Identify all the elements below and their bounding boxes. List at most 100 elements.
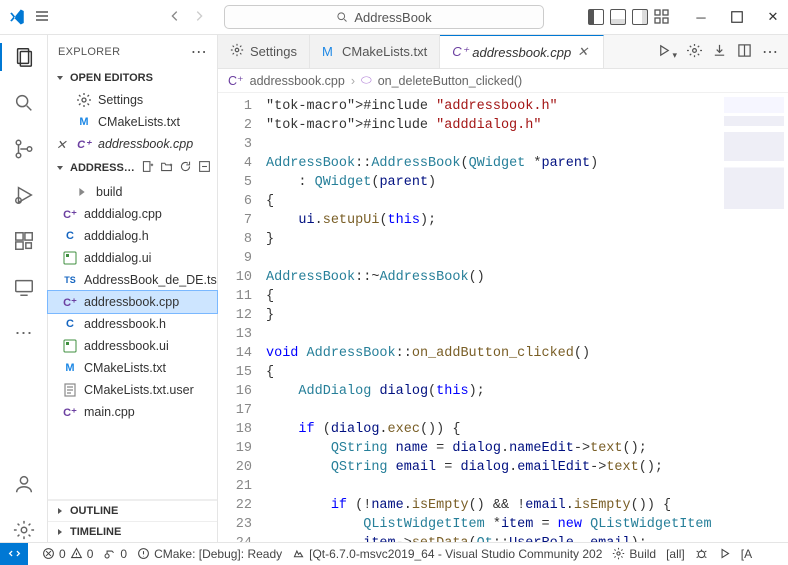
search-activity-icon[interactable] [12,91,36,115]
hamburger-menu-icon[interactable] [34,8,50,27]
cpp-file-icon: C⁺ [62,206,78,222]
folder-label: ADDRESS… [70,162,135,174]
end-status[interactable]: [A [741,547,752,561]
file-label: adddialog.h [84,229,149,243]
search-text: AddressBook [354,10,431,25]
editor-tab[interactable]: M CMakeLists.txt [310,35,440,68]
nav-forward-icon[interactable] [192,9,206,26]
editor-settings-icon[interactable] [687,43,702,61]
open-editor-item[interactable]: M CMakeLists.txt [48,111,217,133]
breadcrumbs[interactable]: C⁺ addressbook.cpp › ⬭ on_deleteButton_c… [218,69,788,93]
breadcrumb-file[interactable]: addressbook.cpp [250,74,345,88]
account-activity-icon[interactable] [12,472,36,496]
open-editors-section[interactable]: OPEN EDITORS [48,69,217,87]
file-label: CMakeLists.txt [98,115,180,129]
file-tree-item[interactable]: CMakeLists.txt.user [48,379,217,401]
cmake-file-icon: M [322,44,336,59]
toggle-panel-icon[interactable] [610,9,626,25]
settings-activity-icon[interactable] [12,518,36,542]
toggle-secondary-icon[interactable] [632,9,648,25]
run-debug-activity-icon[interactable] [12,183,36,207]
editor-tab[interactable]: Settings [218,35,310,68]
tab-label: addressbook.cpp [472,45,571,60]
file-label: addressbook.cpp [98,137,193,151]
cpp-file-icon: C⁺ [76,136,92,152]
file-label: addressbook.cpp [84,295,179,309]
minimap[interactable] [724,97,784,257]
collapse-icon[interactable] [198,160,211,176]
target-status[interactable]: [all] [666,547,685,561]
file-tree-item[interactable]: TSAddressBook_de_DE.ts [48,269,217,291]
open-editor-item[interactable]: Settings [48,89,217,111]
outline-label: OUTLINE [70,505,118,517]
close-icon[interactable]: ✕ [56,137,68,152]
chevron-right-icon [74,184,90,200]
close-tab-icon[interactable]: ✕ [577,44,591,60]
file-tree-item[interactable]: addressbook.ui [48,335,217,357]
new-file-icon[interactable] [141,160,154,176]
tab-label: CMakeLists.txt [342,44,427,59]
activity-bar: ⋯ [0,35,48,542]
customize-layout-icon[interactable] [654,9,670,25]
close-button[interactable]: ✕ [766,10,780,24]
problems-status[interactable]: 0 0 [42,547,93,561]
timeline-section[interactable]: TIMELINE [48,521,217,542]
gear-icon [230,43,244,60]
ui-file-icon [62,338,78,354]
download-icon[interactable] [712,43,727,61]
file-tree-item[interactable]: M CMakeLists.txt [48,357,217,379]
kit-status[interactable]: [Qt-6.7.0-msvc2019_64 - Visual Studio Co… [292,547,602,561]
folder-section[interactable]: ADDRESS… [48,157,217,179]
file-tree-item[interactable]: C⁺adddialog.cpp [48,203,217,225]
titlebar: AddressBook ─ ✕ [0,0,788,35]
file-label: CMakeLists.txt [84,361,166,375]
outline-section[interactable]: OUTLINE [48,500,217,521]
timeline-label: TIMELINE [70,526,121,538]
cpp-file-icon: C⁺ [62,404,78,420]
file-tree-item[interactable]: Cadddialog.h [48,225,217,247]
file-tree-item[interactable]: adddialog.ui [48,247,217,269]
editor-more-icon[interactable]: ⋯ [762,42,778,62]
remote-activity-icon[interactable] [12,275,36,299]
cmake-status[interactable]: CMake: [Debug]: Ready [137,547,282,561]
open-editor-item[interactable]: ✕ C⁺ addressbook.cpp [48,133,217,155]
run-debug-dropdown-icon[interactable]: ▾ [657,43,677,61]
debug-status[interactable] [695,547,708,560]
cmake-file-icon: M [76,114,92,130]
file-tree-item[interactable]: C⁺main.cpp [48,401,217,423]
ts-file-icon: TS [62,272,78,288]
build-status[interactable]: Build [612,547,656,561]
explorer-sidebar: EXPLORER ⋯ OPEN EDITORS Settings M CMakeLi… [48,35,218,542]
cmake-file-icon: M [62,360,78,376]
maximize-button[interactable] [730,10,744,24]
editor-area: SettingsMCMakeLists.txtC⁺addressbook.cpp… [218,35,788,542]
explorer-title: EXPLORER [58,46,120,58]
file-tree-item[interactable]: C⁺addressbook.cpp [48,291,217,313]
code-editor[interactable]: 123456789101112131415161718192021222324 … [218,93,788,542]
explorer-more-icon[interactable]: ⋯ [191,42,207,62]
scm-activity-icon[interactable] [12,137,36,161]
split-editor-icon[interactable] [737,43,752,61]
toggle-sidebar-icon[interactable] [588,9,604,25]
c-header-file-icon: C [62,316,78,332]
file-tree-item[interactable]: build [48,181,217,203]
c-header-file-icon: C [62,228,78,244]
launch-status[interactable] [718,547,731,560]
extensions-activity-icon[interactable] [12,229,36,253]
file-label: adddialog.ui [84,251,151,265]
command-center-search[interactable]: AddressBook [224,5,544,29]
gear-icon [76,92,92,108]
file-tree-item[interactable]: Caddressbook.h [48,313,217,335]
ports-status[interactable]: 0 [103,547,127,561]
new-folder-icon[interactable] [160,160,173,176]
remote-indicator-icon[interactable] [0,543,28,565]
breadcrumb-symbol[interactable]: on_deleteButton_clicked() [378,74,523,88]
nav-back-icon[interactable] [168,9,182,26]
minimize-button[interactable]: ─ [694,10,708,24]
file-label: Settings [98,93,143,107]
editor-tab[interactable]: C⁺addressbook.cpp✕ [440,35,604,68]
refresh-icon[interactable] [179,160,192,176]
explorer-activity-icon[interactable] [12,45,36,69]
file-label: build [96,185,122,199]
more-activity-icon[interactable]: ⋯ [12,321,36,345]
